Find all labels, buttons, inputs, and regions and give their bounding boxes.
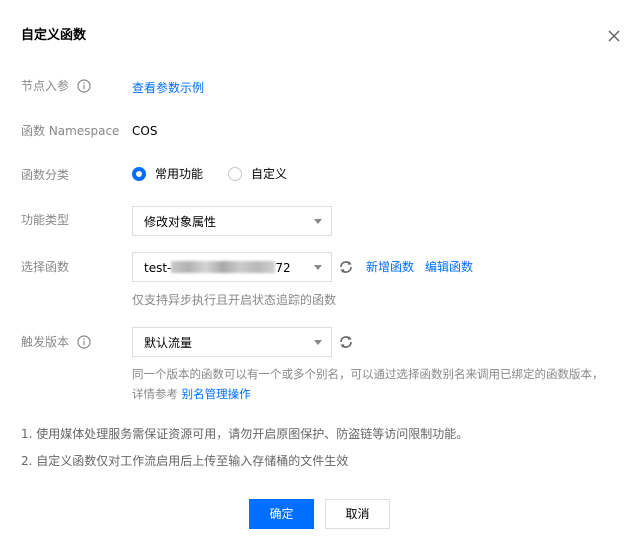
chevron-down-icon (314, 340, 322, 345)
chevron-down-icon (314, 265, 322, 270)
info-icon[interactable] (77, 335, 91, 349)
category-label: 函数分类 (21, 168, 70, 182)
namespace-value: COS (132, 124, 158, 138)
trigger-version-label: 触发版本 (21, 334, 91, 350)
refresh-icon[interactable] (338, 334, 354, 350)
cancel-button[interactable]: 取消 (325, 499, 390, 529)
select-function-hint: 仅支持异步执行且开启状态追踪的函数 (132, 293, 337, 307)
trigger-version-value: 默认流量 (144, 336, 193, 350)
confirm-button[interactable]: 确定 (249, 499, 314, 529)
view-param-example-link[interactable]: 查看参数示例 (132, 80, 204, 96)
info-icon[interactable] (77, 79, 91, 93)
radio-selected-indicator (132, 167, 146, 181)
trigger-version-hint: 同一个版本的函数可以有一个或多个别名，可以通过选择函数别名来调用已绑定的函数版本… (132, 364, 612, 404)
add-function-link[interactable]: 新增函数 (366, 259, 414, 275)
trigger-version-label-text: 触发版本 (21, 335, 70, 349)
radio-common-function-label: 常用功能 (155, 167, 204, 181)
function-name-prefix: test- (144, 261, 172, 275)
refresh-icon[interactable] (338, 259, 354, 275)
select-function-label: 选择函数 (21, 260, 70, 274)
feature-type-select[interactable]: 修改对象属性 (132, 206, 332, 236)
function-select[interactable]: test- 72 (132, 252, 332, 282)
input-param-label-text: 节点入参 (21, 79, 70, 93)
function-name-suffix: 72 (275, 261, 291, 275)
radio-unselected-indicator (228, 167, 242, 181)
dialog-title: 自定义函数 (21, 28, 87, 43)
radio-common-function[interactable]: 常用功能 (132, 166, 203, 182)
alias-management-link[interactable]: 别名管理操作 (182, 387, 251, 401)
input-param-label: 节点入参 (21, 78, 91, 94)
radio-custom-label: 自定义 (251, 167, 288, 181)
edit-function-link[interactable]: 编辑函数 (425, 259, 473, 275)
function-select-value: test- 72 (144, 260, 291, 276)
custom-function-dialog: 自定义函数 节点入参 查看参数示例 函数 Namespace COS 函数分类 … (0, 0, 641, 541)
trigger-version-select[interactable]: 默认流量 (132, 327, 332, 357)
chevron-down-icon (314, 219, 322, 224)
note-custom-function: 2. 自定义函数仅对工作流启用后上传至输入存储桶的文件生效 (21, 454, 349, 468)
radio-custom[interactable]: 自定义 (228, 166, 287, 182)
feature-type-label: 功能类型 (21, 213, 70, 227)
namespace-label: 函数 Namespace (21, 124, 120, 138)
feature-type-value: 修改对象属性 (144, 215, 217, 229)
note-media-service: 1. 使用媒体处理服务需保证资源可用，请勿开启原图保护、防盗链等访问限制功能。 (21, 427, 469, 441)
redacted-function-name (171, 261, 276, 273)
close-icon[interactable] (604, 26, 624, 46)
